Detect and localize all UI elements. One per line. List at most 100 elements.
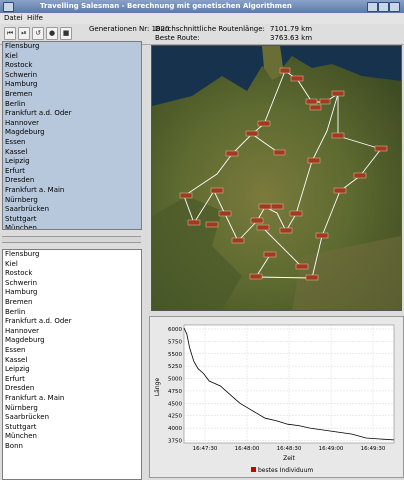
- list-item[interactable]: Nürnberg: [3, 404, 141, 414]
- list-item[interactable]: Flensburg: [3, 42, 141, 52]
- y-tick-label: 5000: [168, 377, 182, 383]
- list-item[interactable]: Magdeburg: [3, 128, 141, 138]
- city-marker: [331, 90, 345, 97]
- city-marker: [257, 120, 271, 127]
- city-marker: [245, 130, 259, 137]
- close-icon[interactable]: [389, 2, 400, 12]
- x-tick-labels: 16:47:30 16:48:00 16:48:30 16:49:00 16:49:30: [193, 446, 386, 452]
- list-item[interactable]: Hannover: [3, 119, 141, 129]
- list-item[interactable]: Kassel: [3, 148, 141, 158]
- list-item[interactable]: Essen: [3, 138, 141, 148]
- list-item[interactable]: Saarbrücken: [3, 413, 141, 423]
- list-item[interactable]: Rostock: [3, 61, 141, 71]
- chart-panel: 6000 5750 5500 5250 5000 4750 4500 4250 4000 3750…: [149, 316, 404, 478]
- city-list-selected[interactable]: Flensburg Kiel Rostock Schwerin Hamburg Breme…: [2, 41, 142, 230]
- list-item[interactable]: Bonn: [3, 442, 141, 452]
- list-item[interactable]: Magdeburg: [3, 336, 141, 346]
- list-item[interactable]: Kiel: [3, 52, 141, 62]
- city-marker: [331, 132, 345, 139]
- city-marker: [263, 251, 277, 258]
- menu-datei[interactable]: Datei: [4, 14, 23, 22]
- y-axis-label: Länge: [154, 378, 161, 397]
- list-item[interactable]: München: [3, 432, 141, 442]
- fitness-chart: 6000 5750 5500 5250 5000 4750 4500 4250 4000 3750…: [154, 324, 395, 474]
- city-marker: [307, 157, 321, 164]
- list-item[interactable]: Frankfurt a. Main: [3, 394, 141, 404]
- menu-hilfe[interactable]: Hilfe: [27, 14, 43, 22]
- list-item[interactable]: Dresden: [3, 384, 141, 394]
- city-marker: [305, 98, 318, 105]
- run-icon[interactable]: ●: [46, 27, 58, 40]
- list-item[interactable]: Dresden: [3, 176, 141, 186]
- list-item[interactable]: Berlin: [3, 308, 141, 318]
- split-divider[interactable]: [2, 236, 141, 243]
- city-marker: [256, 224, 270, 231]
- y-tick-label: 5750: [168, 339, 182, 345]
- list-item[interactable]: Nürnberg: [3, 196, 141, 206]
- list-item[interactable]: Leipzig: [3, 157, 141, 167]
- list-item[interactable]: Erfurt: [3, 375, 141, 385]
- avg-length-label: Durchschnittliche Routenlänge:: [155, 25, 265, 33]
- city-marker: [289, 210, 303, 217]
- y-tick-label: 4250: [168, 414, 182, 420]
- city-marker: [309, 104, 322, 111]
- list-item[interactable]: Saarbrücken: [3, 205, 141, 215]
- window-menu-icon[interactable]: [3, 2, 14, 12]
- reset-icon[interactable]: ↺: [32, 27, 44, 40]
- list-item[interactable]: Frankfurt a.d. Oder: [3, 317, 141, 327]
- list-item[interactable]: Erfurt: [3, 167, 141, 177]
- list-item[interactable]: Bremen: [3, 298, 141, 308]
- list-item[interactable]: Bremen: [3, 90, 141, 100]
- city-marker: [374, 145, 388, 152]
- step-icon[interactable]: ⏯: [18, 27, 30, 40]
- list-item[interactable]: Essen: [3, 346, 141, 356]
- list-item[interactable]: Rostock: [3, 269, 141, 279]
- x-tick-label: 16:48:30: [277, 446, 302, 452]
- x-tick-label: 16:49:00: [319, 446, 344, 452]
- city-marker: [315, 232, 329, 239]
- best-route-value: 3763.63 km: [270, 34, 313, 42]
- y-tick-label: 4000: [168, 426, 182, 432]
- city-marker: [249, 273, 263, 280]
- city-marker: [250, 217, 264, 224]
- list-item[interactable]: Hamburg: [3, 80, 141, 90]
- first-icon[interactable]: ⏮: [4, 27, 16, 40]
- city-marker: [279, 227, 293, 234]
- minimize-icon[interactable]: [367, 2, 378, 12]
- city-marker: [333, 187, 347, 194]
- legend-swatch: [251, 467, 256, 472]
- city-marker: [295, 263, 309, 270]
- list-item[interactable]: Schwerin: [3, 279, 141, 289]
- y-tick-labels: 6000 5750 5500 5250 5000 4750 4500 4250 4000 3750: [168, 327, 182, 445]
- list-item[interactable]: München: [3, 224, 141, 229]
- city-marker: [279, 67, 291, 74]
- best-route-label: Beste Route:: [155, 34, 200, 42]
- y-tick-label: 4500: [168, 401, 182, 407]
- stop-icon[interactable]: ■: [60, 27, 72, 40]
- city-list-route[interactable]: Flensburg Kiel Rostock Schwerin Hamburg Breme…: [2, 249, 142, 480]
- list-item[interactable]: Frankfurt a. Main: [3, 186, 141, 196]
- list-item[interactable]: Stuttgart: [3, 423, 141, 433]
- list-item[interactable]: Flensburg: [3, 250, 141, 260]
- city-marker: [231, 237, 245, 244]
- city-marker: [210, 187, 224, 194]
- list-item[interactable]: Berlin: [3, 100, 141, 110]
- list-item[interactable]: Hamburg: [3, 288, 141, 298]
- maximize-icon[interactable]: [378, 2, 389, 12]
- x-axis-label: Zeit: [283, 455, 295, 462]
- y-tick-label: 3750: [168, 439, 182, 445]
- city-marker: [225, 150, 239, 157]
- legend-label: bestes Individuum: [258, 467, 313, 474]
- y-tick-label: 5500: [168, 352, 182, 358]
- list-item[interactable]: Hannover: [3, 327, 141, 337]
- list-item[interactable]: Frankfurt a.d. Oder: [3, 109, 141, 119]
- city-marker: [273, 149, 286, 156]
- list-item[interactable]: Kassel: [3, 356, 141, 366]
- list-item[interactable]: Stuttgart: [3, 215, 141, 225]
- list-item[interactable]: Leipzig: [3, 365, 141, 375]
- germany-map: [151, 45, 402, 311]
- list-item[interactable]: Kiel: [3, 260, 141, 270]
- list-item[interactable]: Schwerin: [3, 71, 141, 81]
- city-marker: [218, 210, 232, 217]
- window-title: Travelling Salesman - Berechnung mit gen…: [40, 2, 292, 10]
